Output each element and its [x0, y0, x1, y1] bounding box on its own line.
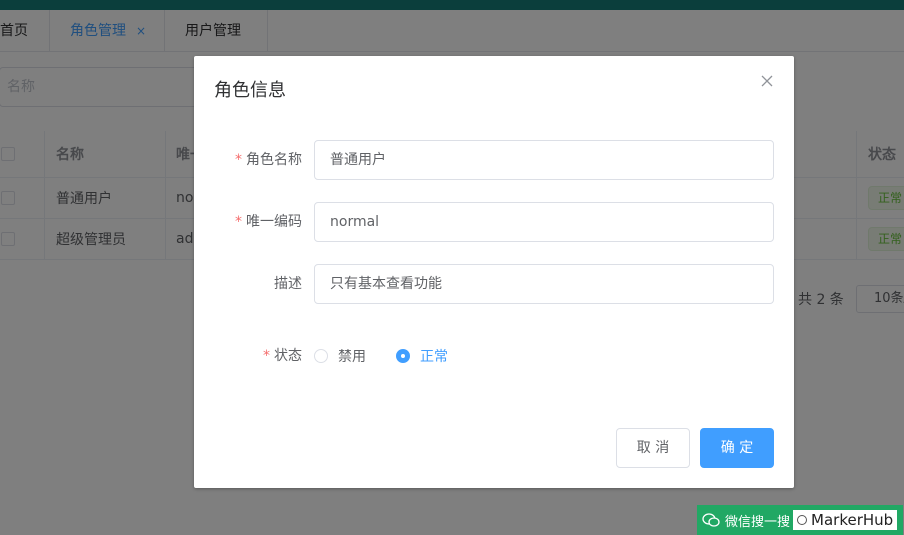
- close-icon[interactable]: [757, 73, 777, 93]
- status-label-text: 状态: [274, 348, 302, 364]
- status-label: * 状态: [194, 336, 302, 376]
- role-dialog: 角色信息 * 角色名称 普通用户 * 唯一编码 normal 描述 只有基本查看功能…: [194, 56, 794, 488]
- wechat-icon: [702, 513, 720, 527]
- watermark-brand: MarkerHub: [811, 511, 894, 529]
- role-name-label: * 角色名称: [194, 140, 302, 180]
- radio-label: 禁用: [338, 349, 366, 365]
- status-radio-disabled[interactable]: 禁用: [314, 346, 366, 366]
- cancel-button[interactable]: 取 消: [616, 428, 690, 468]
- watermark-search-box: MarkerHub: [793, 510, 898, 530]
- dialog-title: 角色信息: [214, 80, 286, 101]
- confirm-button[interactable]: 确 定: [700, 428, 774, 468]
- close-icon-glyph: [761, 75, 773, 87]
- required-mark: *: [235, 152, 242, 168]
- description-input[interactable]: 只有基本查看功能: [314, 264, 774, 304]
- watermark-text: 微信搜一搜: [725, 514, 791, 530]
- wechat-watermark: 微信搜一搜 MarkerHub: [697, 505, 903, 535]
- radio-circle[interactable]: [396, 349, 410, 363]
- required-mark: *: [235, 214, 242, 230]
- role-code-label-text: 唯一编码: [246, 214, 302, 230]
- role-name-input[interactable]: 普通用户: [314, 140, 774, 180]
- role-code-label: * 唯一编码: [194, 202, 302, 242]
- search-icon: [797, 515, 808, 525]
- status-radio-normal[interactable]: 正常: [396, 346, 448, 366]
- role-code-input[interactable]: normal: [314, 202, 774, 242]
- role-name-label-text: 角色名称: [246, 152, 302, 168]
- radio-label: 正常: [420, 349, 448, 365]
- description-label-text: 描述: [274, 276, 302, 292]
- radio-circle[interactable]: [314, 349, 328, 363]
- description-label: 描述: [194, 264, 302, 304]
- required-mark: *: [263, 348, 270, 364]
